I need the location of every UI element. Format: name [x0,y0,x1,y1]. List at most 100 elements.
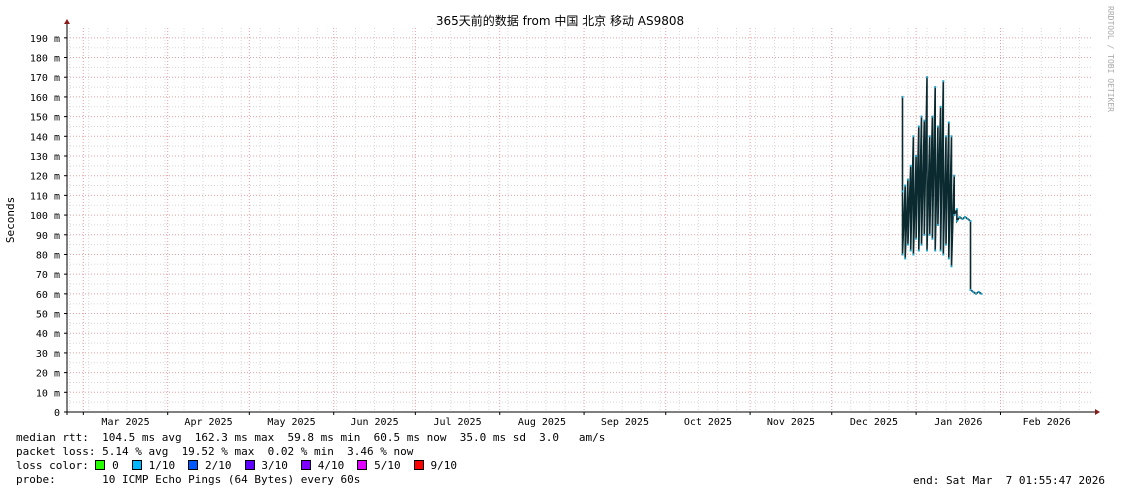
loss-color-item: 0 [89,459,126,472]
data-point [936,223,939,226]
y-tick-label: 190 m [30,34,60,45]
data-point [901,190,904,193]
y-tick-label: 130 m [30,152,60,163]
data-point [917,125,920,128]
data-point [909,249,912,252]
data-point [901,253,904,256]
data-point [934,86,937,89]
data-point [966,218,969,220]
y-tick-label: 40 m [36,329,60,340]
y-axis-label: Seconds [4,197,17,243]
end-timestamp: end: Sat Mar 7 01:55:47 2026 [912,474,1105,487]
loss-color-item: 9/10 [407,459,463,472]
data-point [945,243,947,246]
data-point [928,233,931,236]
x-tick-label: Oct 2025 [684,417,732,428]
x-tick-label: Dec 2025 [850,417,898,428]
loss-color-item: 3/10 [238,459,294,472]
y-tick-label: 10 m [36,388,60,399]
rtt-chart: 0 10 m 20 m 30 m 40 m 50 m 60 m 70 m 80 m 90 m 100… [4,13,1100,428]
y-tick-label: 160 m [30,93,60,104]
y-tick-label: 180 m [30,54,60,65]
y-tick-label: 80 m [36,250,60,261]
data-point [906,243,909,246]
grid [67,28,1093,412]
data-point [942,80,945,83]
loss-color-item: 5/10 [351,459,407,472]
data-point [912,135,915,138]
x-tick-label: Nov 2025 [767,417,815,428]
y-tick-label: 50 m [36,310,60,321]
data-point [904,257,907,260]
data-point [906,178,909,181]
y-tick-label: 120 m [30,172,60,183]
loss-color-swatch [357,460,368,470]
x-tick-label: Jul 2025 [433,417,481,428]
y-tick-label: 140 m [30,132,60,143]
y-tick-label: 110 m [30,191,60,202]
loss-color-item-label: 4/10 [311,459,351,472]
data-point [917,249,920,252]
data-point [915,155,918,157]
data-point [936,125,939,128]
x-tick-label: Sep 2025 [601,417,649,428]
loss-color-item-label: 3/10 [254,459,295,472]
x-tick-label: Aug 2025 [518,417,566,428]
loss-color-item: 1/10 [125,459,181,472]
data-point [964,216,967,218]
data-point [931,115,934,118]
y-tick-label: 150 m [30,113,60,124]
data-point [961,218,964,220]
chart-title: 365天前的数据 from 中国 北京 移动 AS9808 [436,13,684,28]
data-point [901,95,904,98]
data-point [920,115,923,118]
rrdtool-watermark: RRDTOOL / TOBI OETIKER [1106,6,1115,112]
loss-color-swatch [244,460,255,470]
data-point [904,184,907,187]
loss-color-item-label: 2/10 [198,459,239,472]
loss-color-swatch [131,460,142,470]
data-point [909,164,912,167]
legend-probe: probe: 10 ICMP Echo Pings (64 Bytes) eve… [16,473,361,486]
data-point [953,174,956,177]
loss-color-label: loss color: [16,459,89,472]
data-point [923,233,926,236]
x-tick-label: Jun 2025 [350,417,398,428]
data-point [969,220,972,222]
loss-color-swatch [301,460,312,470]
x-tick-label: Mar 2025 [101,417,149,428]
data-point [953,214,956,217]
y-axis-arrow [64,19,70,24]
y-tick-label: 20 m [36,369,60,380]
y-tick-label: 0 [54,408,60,419]
data-point [920,243,923,246]
legend-packet-loss: packet loss: 5.14 % avg 19.52 % max 0.02… [16,445,414,458]
x-tick-label: May 2025 [267,417,315,428]
data-point [939,249,942,252]
loss-color-item-label: 9/10 [423,459,464,472]
loss-color-item-label: 1/10 [141,459,182,472]
data-point [977,290,980,293]
data-point [926,249,928,252]
legend-median-rtt: median rtt: 104.5 ms avg 162.3 ms max 59… [16,431,606,444]
y-tick-label: 170 m [30,73,60,84]
x-tick-labels: Mar 2025 Apr 2025 May 2025 Jun 2025 Jul 2025… [101,417,1070,428]
loss-color-item-label: 5/10 [367,459,408,472]
data-point [926,76,928,79]
data-point [950,265,953,268]
data-point [969,288,972,291]
data-point [928,135,931,138]
loss-color-swatches: 0 1/10 2/10 3/10 4/10 5/10 9/10 [89,459,464,472]
data-point [934,249,937,252]
y-tick-label: 60 m [36,290,60,301]
y-tick-label: 90 m [36,231,60,242]
data-point [980,292,983,295]
data-point [972,290,975,293]
data-point [947,257,950,260]
loss-color-swatch [413,460,424,470]
loss-color-item: 2/10 [182,459,238,472]
y-tick-labels: 0 10 m 20 m 30 m 40 m 50 m 60 m 70 m 80 m 90 m 100… [30,34,60,419]
loss-color-swatch [188,460,199,470]
data-point [947,121,950,124]
data-point [958,216,961,218]
